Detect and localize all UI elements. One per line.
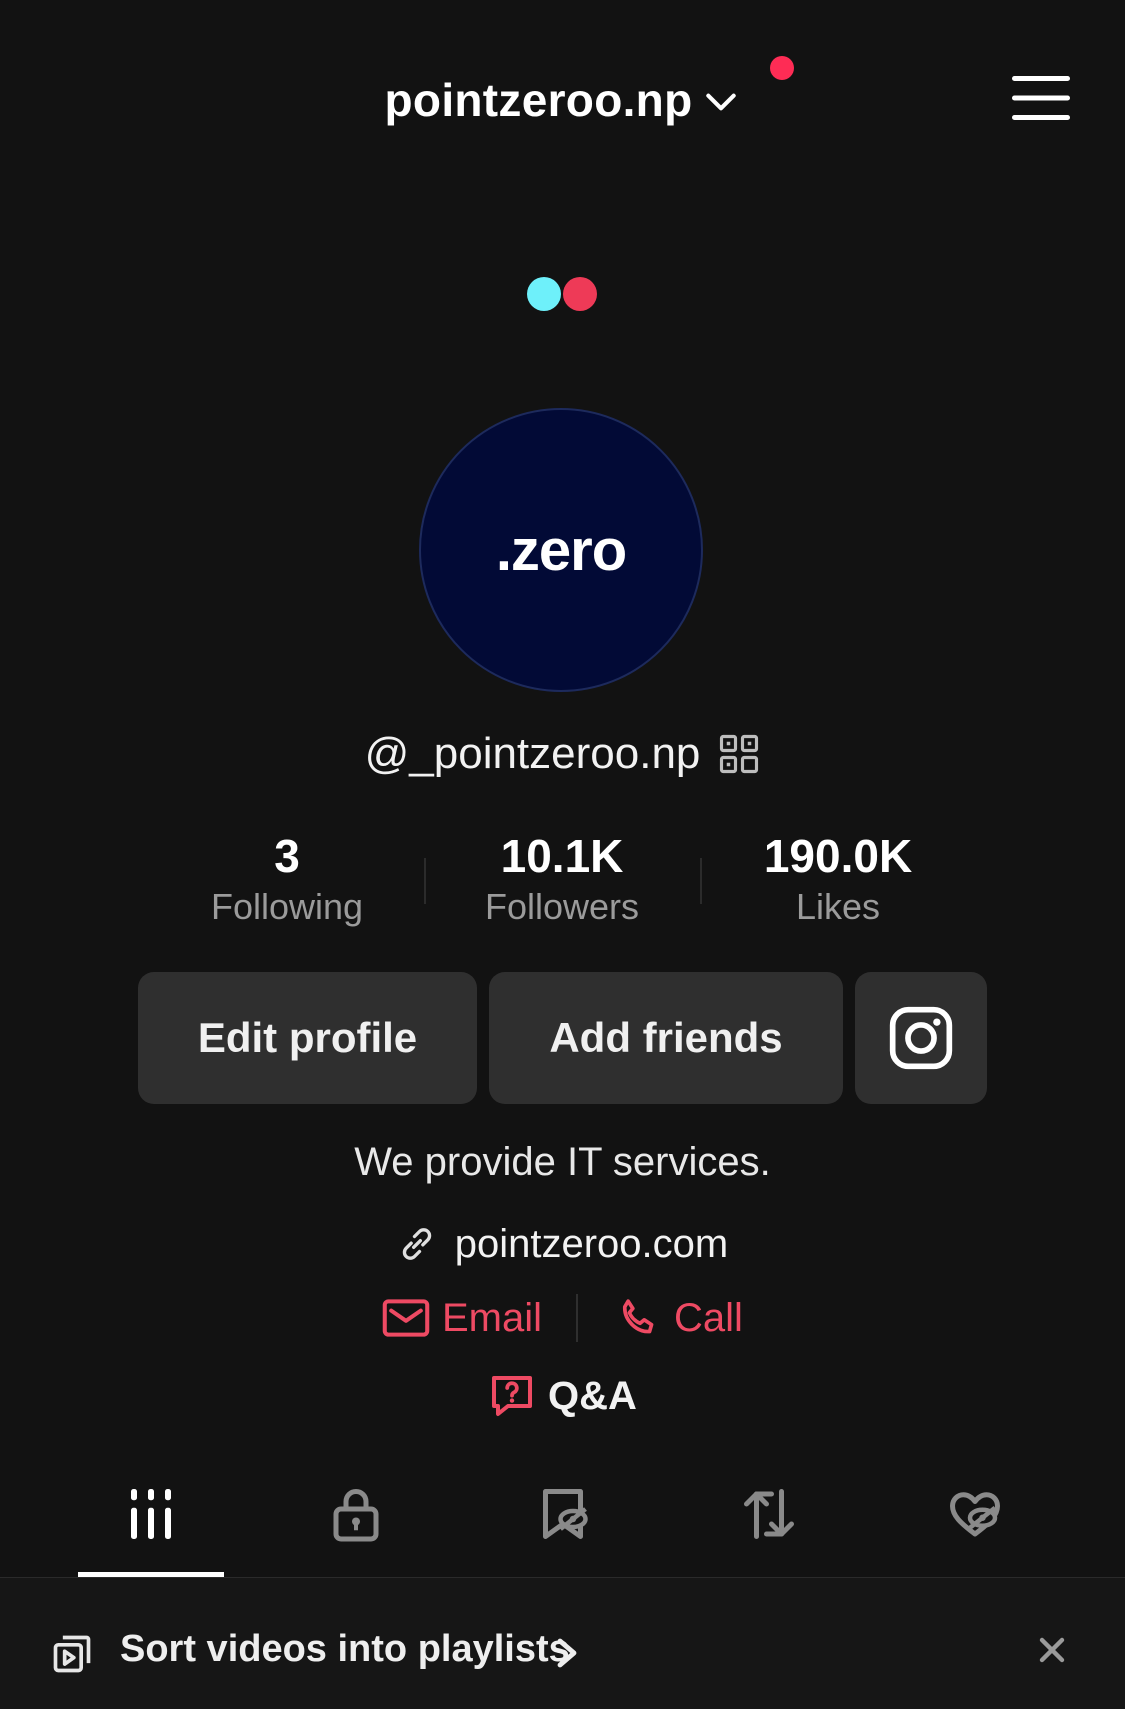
menu-icon[interactable] <box>1012 76 1070 120</box>
qr-code-icon[interactable] <box>718 733 760 775</box>
stat-likes[interactable]: 190.0K Likes <box>708 828 968 930</box>
playlist-icon <box>53 1635 91 1673</box>
email-button[interactable]: Email <box>382 1290 542 1346</box>
contact-divider <box>576 1294 578 1342</box>
qa-button[interactable]: Q&A <box>0 1366 1125 1426</box>
followers-label: Followers <box>484 886 640 927</box>
tab-private[interactable] <box>281 1484 431 1576</box>
followers-count: 10.1K <box>500 830 624 882</box>
email-label: Email <box>442 1295 543 1340</box>
qa-label: Q&A <box>548 1373 637 1418</box>
close-icon[interactable] <box>1036 1634 1068 1666</box>
chevron-down-icon <box>706 93 737 111</box>
following-count: 3 <box>274 830 300 882</box>
following-label: Following <box>210 886 364 927</box>
website-link[interactable]: pointzeroo.com <box>0 1216 1125 1272</box>
avatar[interactable]: .zero <box>419 408 703 692</box>
likes-count: 190.0K <box>763 830 913 882</box>
loading-dot-red <box>563 277 597 311</box>
instagram-button[interactable] <box>855 972 987 1104</box>
repost-icon <box>744 1489 794 1539</box>
likes-label: Likes <box>795 886 881 927</box>
stat-followers[interactable]: 10.1K Followers <box>432 828 692 930</box>
tab-liked[interactable] <box>900 1484 1050 1576</box>
videos-grid-icon <box>131 1489 171 1539</box>
notification-dot <box>770 56 794 80</box>
username-row: @_pointzeroo.np <box>0 724 1125 784</box>
account-name: pointzeroo.np <box>384 74 693 126</box>
edit-profile-button[interactable]: Edit profile <box>138 972 477 1104</box>
username: @_pointzeroo.np <box>364 729 701 778</box>
saved-hidden-icon <box>543 1489 588 1539</box>
loading-indicator <box>527 277 597 311</box>
stat-following[interactable]: 3 Following <box>157 828 417 930</box>
bio-text: We provide IT services. <box>354 1140 771 1184</box>
call-label: Call <box>674 1295 743 1340</box>
tab-videos[interactable] <box>76 1484 226 1576</box>
liked-hidden-icon <box>950 1492 1000 1537</box>
account-switcher[interactable]: pointzeroo.np <box>0 68 1125 132</box>
playlist-banner-text[interactable]: Sort videos into playlists <box>120 1628 570 1671</box>
email-icon <box>382 1299 430 1337</box>
question-bubble-icon <box>492 1376 533 1416</box>
call-button[interactable]: Call <box>614 1290 743 1346</box>
lock-icon <box>333 1489 379 1542</box>
chevron-right-icon <box>557 1638 577 1668</box>
tab-saved[interactable] <box>488 1484 638 1576</box>
website-text: pointzeroo.com <box>454 1221 729 1266</box>
add-friends-button[interactable]: Add friends <box>489 972 843 1104</box>
tab-reposts[interactable] <box>694 1484 844 1576</box>
stat-divider <box>700 858 702 904</box>
avatar-logo-text: .zero <box>495 517 627 583</box>
link-icon <box>402 1228 431 1260</box>
loading-dot-cyan <box>527 277 561 311</box>
phone-icon <box>622 1299 654 1334</box>
stat-divider <box>424 858 426 904</box>
instagram-icon <box>889 1006 953 1070</box>
